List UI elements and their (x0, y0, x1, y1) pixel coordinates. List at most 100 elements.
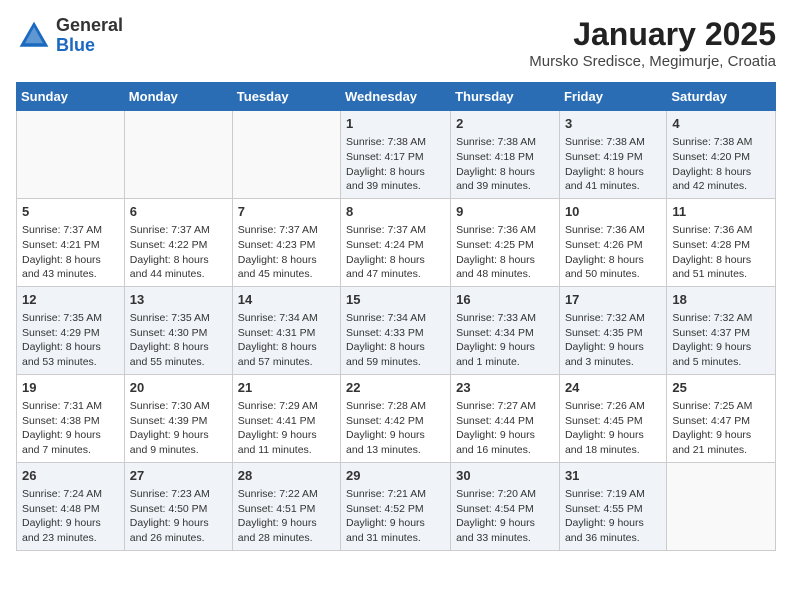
day-number: 13 (130, 291, 227, 309)
week-row-4: 19Sunrise: 7:31 AMSunset: 4:38 PMDayligh… (17, 374, 776, 462)
day-cell: 28 Sunrise: 7:22 AMSunset: 4:51 PMDayligh… (232, 462, 340, 550)
logo: General Blue (16, 16, 123, 56)
day-cell: 23Sunrise: 7:27 AMSunset: 4:44 PMDayligh… (451, 374, 560, 462)
day-number: 27 (130, 467, 227, 485)
day-number: 14 (238, 291, 335, 309)
day-cell: 10 Sunrise: 7:36 AMSunset: 4:26 PMDayligh… (559, 198, 666, 286)
day-info: Sunrise: 7:36 AMSunset: 4:26 PMDaylight:… (565, 223, 661, 282)
day-number: 7 (238, 203, 335, 221)
day-cell: 26 Sunrise: 7:24 AMSunset: 4:48 PMDayligh… (17, 462, 125, 550)
day-info: Sunrise: 7:36 AMSunset: 4:25 PMDaylight:… (456, 223, 554, 282)
day-info: Sunrise: 7:21 AMSunset: 4:52 PMDaylight:… (346, 487, 445, 546)
day-number: 8 (346, 203, 445, 221)
day-info: Sunrise: 7:34 AMSunset: 4:33 PMDaylight:… (346, 311, 445, 370)
day-cell: 22 Sunrise: 7:28 AMSunset: 4:42 PMDayligh… (341, 374, 451, 462)
day-number: 22 (346, 379, 445, 397)
day-info: Sunrise: 7:38 AMSunset: 4:17 PMDaylight:… (346, 135, 445, 194)
week-row-3: 12 Sunrise: 7:35 AMSunset: 4:29 PMDayligh… (17, 286, 776, 374)
day-cell: 9 Sunrise: 7:36 AMSunset: 4:25 PMDaylight… (451, 198, 560, 286)
day-info: Sunrise: 7:36 AMSunset: 4:28 PMDaylight:… (672, 223, 770, 282)
day-number: 6 (130, 203, 227, 221)
weekday-header-sunday: Sunday (17, 83, 125, 111)
page-header: General Blue January 2025 Mursko Sredisc… (16, 16, 776, 70)
day-info: Sunrise: 7:23 AMSunset: 4:50 PMDaylight:… (130, 487, 227, 546)
weekday-header-row: SundayMondayTuesdayWednesdayThursdayFrid… (17, 83, 776, 111)
day-number: 12 (22, 291, 119, 309)
day-info: Sunrise: 7:32 AMSunset: 4:37 PMDaylight:… (672, 311, 770, 370)
week-row-2: 5 Sunrise: 7:37 AMSunset: 4:21 PMDaylight… (17, 198, 776, 286)
day-info: Sunrise: 7:19 AMSunset: 4:55 PMDaylight:… (565, 487, 661, 546)
day-info: Sunrise: 7:30 AMSunset: 4:39 PMDaylight:… (130, 399, 227, 458)
calendar: SundayMondayTuesdayWednesdayThursdayFrid… (16, 82, 776, 551)
day-cell: 11 Sunrise: 7:36 AMSunset: 4:28 PMDayligh… (667, 198, 776, 286)
day-cell: 18Sunrise: 7:32 AMSunset: 4:37 PMDayligh… (667, 286, 776, 374)
day-number: 19 (22, 379, 119, 397)
day-number: 30 (456, 467, 554, 485)
day-cell: 8 Sunrise: 7:37 AMSunset: 4:24 PMDaylight… (341, 198, 451, 286)
logo-blue: Blue (56, 36, 123, 56)
day-number: 10 (565, 203, 661, 221)
day-cell (667, 462, 776, 550)
day-number: 28 (238, 467, 335, 485)
day-cell: 31 Sunrise: 7:19 AMSunset: 4:55 PMDayligh… (559, 462, 666, 550)
day-cell (232, 111, 340, 199)
day-number: 20 (130, 379, 227, 397)
day-info: Sunrise: 7:32 AMSunset: 4:35 PMDaylight:… (565, 311, 661, 370)
day-number: 5 (22, 203, 119, 221)
weekday-header-saturday: Saturday (667, 83, 776, 111)
day-info: Sunrise: 7:38 AMSunset: 4:19 PMDaylight:… (565, 135, 661, 194)
day-cell: 7 Sunrise: 7:37 AMSunset: 4:23 PMDaylight… (232, 198, 340, 286)
day-number: 24 (565, 379, 661, 397)
day-number: 2 (456, 115, 554, 133)
day-info: Sunrise: 7:38 AMSunset: 4:20 PMDaylight:… (672, 135, 770, 194)
day-info: Sunrise: 7:25 AMSunset: 4:47 PMDaylight:… (672, 399, 770, 458)
day-number: 26 (22, 467, 119, 485)
day-cell: 25Sunrise: 7:25 AMSunset: 4:47 PMDayligh… (667, 374, 776, 462)
day-info: Sunrise: 7:26 AMSunset: 4:45 PMDaylight:… (565, 399, 661, 458)
week-row-5: 26 Sunrise: 7:24 AMSunset: 4:48 PMDayligh… (17, 462, 776, 550)
calendar-body: 1 Sunrise: 7:38 AMSunset: 4:17 PMDaylight… (17, 111, 776, 551)
day-cell: 1 Sunrise: 7:38 AMSunset: 4:17 PMDaylight… (341, 111, 451, 199)
day-info: Sunrise: 7:35 AMSunset: 4:29 PMDaylight:… (22, 311, 119, 370)
month-title: January 2025 (529, 16, 776, 53)
day-number: 17 (565, 291, 661, 309)
logo-icon (16, 18, 52, 54)
day-number: 9 (456, 203, 554, 221)
day-cell: 5 Sunrise: 7:37 AMSunset: 4:21 PMDaylight… (17, 198, 125, 286)
day-cell: 30 Sunrise: 7:20 AMSunset: 4:54 PMDayligh… (451, 462, 560, 550)
day-info: Sunrise: 7:35 AMSunset: 4:30 PMDaylight:… (130, 311, 227, 370)
day-cell: 12 Sunrise: 7:35 AMSunset: 4:29 PMDayligh… (17, 286, 125, 374)
title-area: January 2025 Mursko Sredisce, Megimurje,… (529, 16, 776, 70)
calendar-header: SundayMondayTuesdayWednesdayThursdayFrid… (17, 83, 776, 111)
day-info: Sunrise: 7:24 AMSunset: 4:48 PMDaylight:… (22, 487, 119, 546)
logo-general: General (56, 16, 123, 36)
day-info: Sunrise: 7:20 AMSunset: 4:54 PMDaylight:… (456, 487, 554, 546)
day-info: Sunrise: 7:37 AMSunset: 4:23 PMDaylight:… (238, 223, 335, 282)
day-info: Sunrise: 7:37 AMSunset: 4:22 PMDaylight:… (130, 223, 227, 282)
day-number: 11 (672, 203, 770, 221)
day-cell: 29Sunrise: 7:21 AMSunset: 4:52 PMDayligh… (341, 462, 451, 550)
day-info: Sunrise: 7:37 AMSunset: 4:24 PMDaylight:… (346, 223, 445, 282)
day-info: Sunrise: 7:28 AMSunset: 4:42 PMDaylight:… (346, 399, 445, 458)
day-cell: 19Sunrise: 7:31 AMSunset: 4:38 PMDayligh… (17, 374, 125, 462)
day-cell: 13 Sunrise: 7:35 AMSunset: 4:30 PMDayligh… (124, 286, 232, 374)
weekday-header-friday: Friday (559, 83, 666, 111)
day-number: 1 (346, 115, 445, 133)
day-cell (17, 111, 125, 199)
day-info: Sunrise: 7:22 AMSunset: 4:51 PMDaylight:… (238, 487, 335, 546)
weekday-header-monday: Monday (124, 83, 232, 111)
day-cell: 15Sunrise: 7:34 AMSunset: 4:33 PMDayligh… (341, 286, 451, 374)
day-info: Sunrise: 7:34 AMSunset: 4:31 PMDaylight:… (238, 311, 335, 370)
day-cell: 21Sunrise: 7:29 AMSunset: 4:41 PMDayligh… (232, 374, 340, 462)
day-cell: 24 Sunrise: 7:26 AMSunset: 4:45 PMDayligh… (559, 374, 666, 462)
day-number: 23 (456, 379, 554, 397)
day-cell: 3Sunrise: 7:38 AMSunset: 4:19 PMDaylight… (559, 111, 666, 199)
day-cell: 16 Sunrise: 7:33 AMSunset: 4:34 PMDayligh… (451, 286, 560, 374)
day-info: Sunrise: 7:33 AMSunset: 4:34 PMDaylight:… (456, 311, 554, 370)
day-number: 16 (456, 291, 554, 309)
day-number: 31 (565, 467, 661, 485)
day-number: 21 (238, 379, 335, 397)
weekday-header-wednesday: Wednesday (341, 83, 451, 111)
day-cell: 6 Sunrise: 7:37 AMSunset: 4:22 PMDaylight… (124, 198, 232, 286)
day-info: Sunrise: 7:37 AMSunset: 4:21 PMDaylight:… (22, 223, 119, 282)
